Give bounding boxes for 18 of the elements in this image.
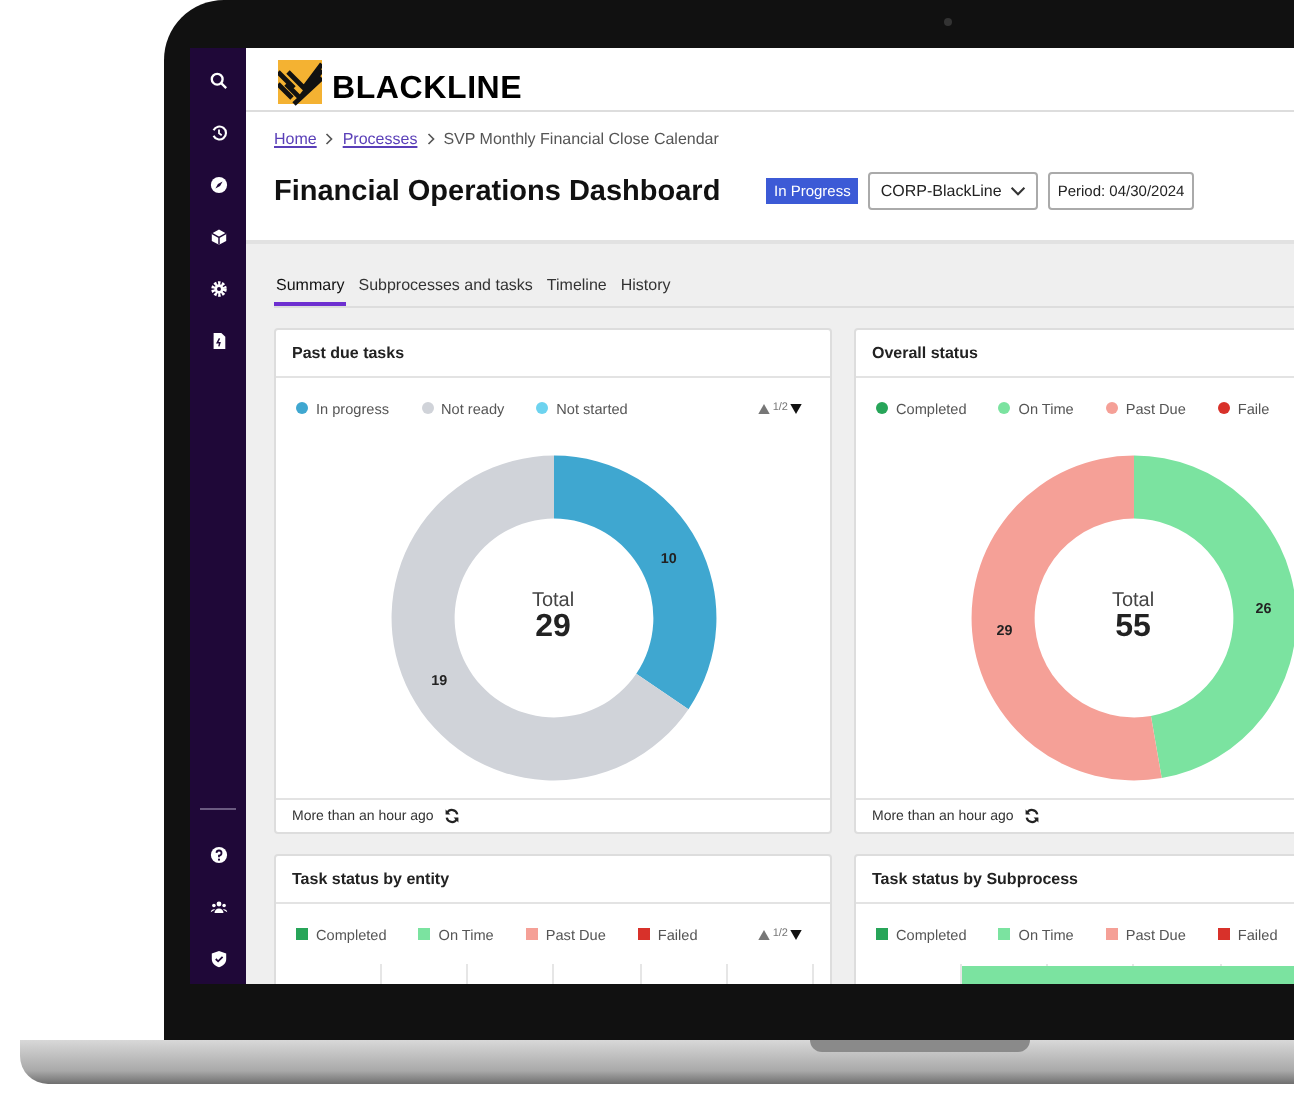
breadcrumb-current: SVP Monthly Financial Close Calendar (443, 130, 719, 148)
tab[interactable]: Summary (274, 272, 347, 306)
card-title: Overall status (872, 344, 978, 362)
total-value: 55 (1115, 612, 1151, 644)
tab[interactable]: History (618, 272, 673, 306)
logo-text: BLACKLINE (332, 74, 523, 106)
total-label: Total (1111, 592, 1155, 612)
card-title: Past due tasks (292, 344, 405, 362)
breadcrumb-link[interactable]: Processes (342, 130, 418, 148)
tab[interactable]: Subprocesses and tasks (356, 272, 535, 306)
card-title: Task status by Subprocess (872, 870, 1078, 888)
tab[interactable]: Timeline (544, 272, 609, 306)
entity-dropdown[interactable]: CORP-BlackLine (868, 172, 1038, 210)
breadcrumb-link[interactable]: Home (274, 130, 317, 148)
total-value: 29 (535, 612, 571, 644)
total-label: Total (531, 592, 575, 612)
card-title: Task status by entity (292, 870, 450, 888)
page-title: Financial Operations Dashboard (274, 175, 723, 207)
